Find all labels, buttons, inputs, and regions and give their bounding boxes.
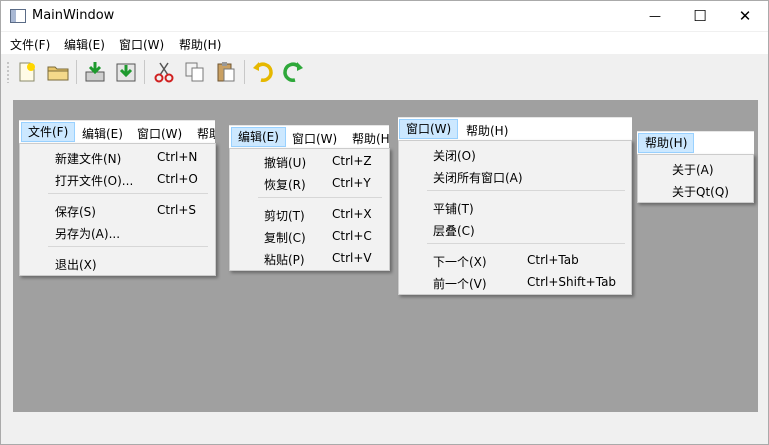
menu-edit-active[interactable]: 编辑(E) [231, 127, 286, 147]
toolbar-separator [144, 60, 145, 84]
menu-help[interactable]: 帮助(H [352, 130, 389, 147]
redo-icon [283, 62, 303, 82]
shortcut-new-file: Ctrl+N [157, 150, 198, 164]
edit-menu-popup: 撤销(U) Ctrl+Z 恢复(R) Ctrl+Y 剪切(T) Ctrl+X 复… [229, 148, 390, 271]
copy-icon [185, 62, 204, 82]
save-as-button[interactable] [114, 60, 138, 84]
window-menu-popup: 关闭(O) 关闭所有窗口(A) 平铺(T) 层叠(C) 下一个(X) Ctrl+… [398, 140, 632, 295]
menu-item-save-as[interactable]: 另存为(A)... [55, 225, 120, 242]
menu-window-active[interactable]: 窗口(W) [399, 119, 459, 139]
shortcut-redo: Ctrl+Y [332, 176, 371, 190]
undo-button[interactable] [251, 60, 275, 84]
menu-item-about-qt[interactable]: 关于Qt(Q) [672, 183, 729, 200]
subwindow-3-menubar: 窗口(W) 帮助(H) [398, 117, 632, 142]
copy-button[interactable] [183, 60, 207, 84]
menu-item-next[interactable]: 下一个(X) [433, 253, 487, 270]
menu-file[interactable]: 文件(F) [10, 36, 50, 53]
toolbar-separator [244, 60, 245, 84]
maximize-icon: ☐ [693, 7, 707, 25]
close-button[interactable]: ✕ [722, 1, 768, 31]
new-file-button[interactable] [15, 60, 39, 84]
shortcut-paste: Ctrl+V [332, 251, 372, 265]
menu-bar: 文件(F) 编辑(E) 窗口(W) 帮助(H) [1, 32, 768, 54]
save-button[interactable] [83, 60, 107, 84]
toolbar-grip[interactable] [7, 61, 9, 83]
menu-item-redo[interactable]: 恢复(R) [264, 176, 306, 193]
menu-edit[interactable]: 编辑(E) [64, 36, 105, 53]
save-icon [85, 62, 105, 82]
toolbar [1, 55, 768, 89]
menu-window[interactable]: 窗口(W) [137, 125, 182, 142]
menu-item-paste[interactable]: 粘贴(P) [264, 251, 305, 268]
menu-separator [48, 193, 208, 194]
window-title: MainWindow [32, 8, 115, 23]
menu-item-about[interactable]: 关于(A) [672, 161, 714, 178]
menu-item-cut[interactable]: 剪切(T) [264, 207, 305, 224]
menu-separator [258, 197, 382, 198]
menu-help[interactable]: 帮助(H) [466, 122, 508, 139]
cut-icon [154, 62, 174, 83]
shortcut-previous: Ctrl+Shift+Tab [527, 275, 617, 289]
shortcut-cut: Ctrl+X [332, 207, 372, 221]
shortcut-undo: Ctrl+Z [332, 154, 372, 168]
shortcut-save: Ctrl+S [157, 203, 197, 217]
menu-item-tile[interactable]: 平铺(T) [433, 200, 474, 217]
new-file-icon [19, 62, 35, 82]
menu-item-cascade[interactable]: 层叠(C) [433, 222, 475, 239]
menu-item-close[interactable]: 关闭(O) [433, 147, 476, 164]
cut-button[interactable] [152, 60, 176, 84]
shortcut-next: Ctrl+Tab [527, 253, 579, 267]
menu-item-copy[interactable]: 复制(C) [264, 229, 306, 246]
menu-item-previous[interactable]: 前一个(V) [433, 275, 487, 292]
close-icon: ✕ [738, 7, 752, 25]
menu-help[interactable]: 帮助(H) [179, 36, 221, 53]
file-menu-popup: 新建文件(N) Ctrl+N 打开文件(O)... Ctrl+O 保存(S) C… [19, 143, 216, 276]
menu-help[interactable]: 帮助 [197, 125, 215, 142]
shortcut-copy: Ctrl+C [332, 229, 372, 243]
paste-button[interactable] [214, 60, 238, 84]
menu-item-close-all[interactable]: 关闭所有窗口(A) [433, 169, 523, 186]
minimize-button[interactable]: — [632, 1, 678, 31]
main-window: MainWindow — ☐ ✕ 文件(F) 编辑(E) 窗口(W) 帮助(H) [0, 0, 769, 445]
maximize-button[interactable]: ☐ [677, 1, 723, 31]
menu-item-exit[interactable]: 退出(X) [55, 256, 97, 273]
minimize-icon: — [649, 9, 661, 23]
save-as-icon [116, 63, 136, 82]
menu-file-active[interactable]: 文件(F) [21, 122, 76, 142]
subwindow-4-menubar: 帮助(H) [637, 131, 754, 156]
menu-window[interactable]: 窗口(W) [119, 36, 164, 53]
subwindow-1-menubar: 文件(F) 编辑(E) 窗口(W) 帮助 [19, 120, 215, 145]
menu-separator [48, 246, 208, 247]
menu-item-undo[interactable]: 撤销(U) [264, 154, 306, 171]
redo-button[interactable] [281, 60, 305, 84]
menu-edit[interactable]: 编辑(E) [82, 125, 123, 142]
toolbar-separator [76, 60, 77, 84]
menu-window[interactable]: 窗口(W) [292, 130, 337, 147]
title-bar[interactable]: MainWindow — ☐ ✕ [1, 1, 768, 31]
paste-icon [217, 62, 235, 82]
undo-icon [253, 62, 273, 82]
app-window-icon [10, 9, 26, 23]
menu-item-save[interactable]: 保存(S) [55, 203, 96, 220]
open-file-icon [47, 66, 69, 81]
menu-help-active[interactable]: 帮助(H) [638, 133, 695, 153]
help-menu-popup: 关于(A) 关于Qt(Q) [637, 154, 754, 203]
menu-item-new-file[interactable]: 新建文件(N) [55, 150, 121, 167]
mdi-area: 文件(F) 编辑(E) 窗口(W) 帮助 新建文件(N) Ctrl+N 打开文件… [13, 100, 758, 412]
shortcut-open-file: Ctrl+O [157, 172, 198, 186]
open-file-button[interactable] [46, 60, 70, 84]
menu-item-open-file[interactable]: 打开文件(O)... [55, 172, 133, 189]
menu-separator [427, 243, 625, 244]
menu-separator [427, 190, 625, 191]
subwindow-2-menubar: 编辑(E) 窗口(W) 帮助(H [229, 125, 389, 150]
